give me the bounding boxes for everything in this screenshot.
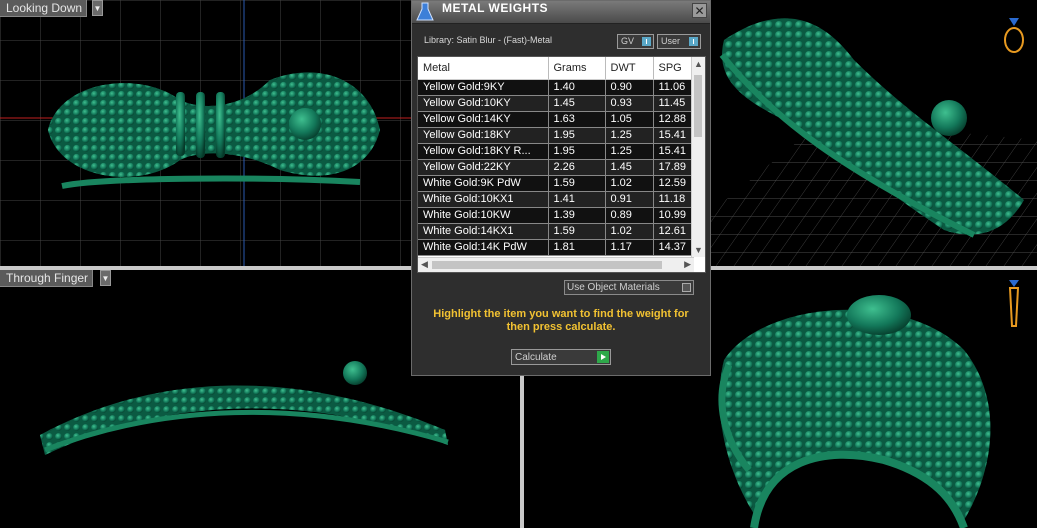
- table-row[interactable]: White Gold:10KW 1.39 0.89 10.99: [418, 207, 704, 224]
- user-toggle[interactable]: User: [657, 34, 701, 49]
- dialog-title: METAL WEIGHTS: [442, 1, 549, 15]
- metal-weights-dialog: METAL WEIGHTS ✕ Library: Satin Blur - (F…: [411, 0, 711, 376]
- cell-dwt: 1.17: [605, 239, 654, 256]
- cell-dwt: 1.25: [605, 127, 654, 144]
- cell-grams: 2.26: [548, 159, 606, 176]
- scroll-up-arrow-icon[interactable]: ▲: [694, 59, 703, 69]
- column-header-dwt[interactable]: DWT: [605, 57, 654, 80]
- cell-dwt: 0.91: [605, 191, 654, 208]
- use-object-materials-checkbox[interactable]: Use Object Materials: [564, 280, 694, 295]
- table-row[interactable]: Yellow Gold:10KY 1.45 0.93 11.45: [418, 95, 704, 112]
- table-row[interactable]: Yellow Gold:9KY 1.40 0.90 11.06: [418, 79, 704, 96]
- table-row[interactable]: White Gold:14KX1 1.59 1.02 12.61: [418, 223, 704, 240]
- toggle-knob-icon: [642, 37, 651, 46]
- cell-metal: White Gold:10KX1: [418, 191, 549, 208]
- table-row[interactable]: Yellow Gold:18KY 1.95 1.25 15.41: [418, 127, 704, 144]
- viewport-menu-dropdown-icon[interactable]: ▼: [92, 0, 103, 16]
- cell-metal: Yellow Gold:9KY: [418, 79, 549, 96]
- cell-grams: 1.39: [548, 207, 606, 224]
- calculate-label: Calculate: [515, 352, 557, 363]
- toggle-knob-icon: [689, 37, 698, 46]
- cell-metal: Yellow Gold:18KY: [418, 127, 549, 144]
- cell-dwt: 0.93: [605, 95, 654, 112]
- table-row[interactable]: White Gold:9K PdW 1.59 1.02 12.59: [418, 175, 704, 192]
- table-header-row: Metal Grams DWT SPG: [418, 57, 704, 80]
- table-row[interactable]: Yellow Gold:22KY 2.26 1.45 17.89: [418, 159, 704, 176]
- cell-dwt: 1.25: [605, 143, 654, 160]
- cell-metal: White Gold:14KX1: [418, 223, 549, 240]
- viewport-menu-dropdown-icon[interactable]: ▼: [100, 270, 111, 286]
- table-row[interactable]: White Gold:10KX1 1.41 0.91 11.18: [418, 191, 704, 208]
- use-object-materials-label: Use Object Materials: [567, 282, 660, 293]
- horizontal-scroll-thumb[interactable]: [432, 261, 662, 269]
- calculate-button[interactable]: Calculate: [511, 349, 611, 365]
- scroll-down-arrow-icon[interactable]: ▼: [694, 245, 703, 255]
- viewport-label-through-finger[interactable]: Through Finger: [0, 270, 94, 287]
- cell-grams: 1.63: [548, 111, 606, 128]
- cell-grams: 1.95: [548, 143, 606, 160]
- instruction-text: Highlight the item you want to find the …: [433, 308, 689, 333]
- cell-grams: 1.41: [548, 191, 606, 208]
- table-horizontal-scrollbar[interactable]: ◀ ▶: [418, 257, 694, 272]
- metal-weights-table[interactable]: Metal Grams DWT SPG Yellow Gold:9KY 1.40 0…: [417, 56, 706, 273]
- column-header-metal[interactable]: Metal: [418, 57, 549, 80]
- cell-metal: White Gold:10KW: [418, 207, 549, 224]
- gv-toggle[interactable]: GV: [617, 34, 654, 49]
- viewport-label-looking-down[interactable]: Looking Down: [0, 0, 88, 17]
- cell-grams: 1.59: [548, 223, 606, 240]
- cell-metal: White Gold:14K PdW: [418, 239, 549, 256]
- cell-dwt: 1.02: [605, 175, 654, 192]
- cell-metal: Yellow Gold:22KY: [418, 159, 549, 176]
- dialog-titlebar[interactable]: METAL WEIGHTS ✕: [412, 1, 710, 24]
- close-button[interactable]: ✕: [692, 3, 707, 18]
- metal-weights-flask-icon: [414, 1, 436, 23]
- cell-grams: 1.40: [548, 79, 606, 96]
- column-header-grams[interactable]: Grams: [548, 57, 606, 80]
- user-toggle-label: User: [661, 36, 681, 46]
- cell-metal: White Gold:9K PdW: [418, 175, 549, 192]
- cell-metal: Yellow Gold:14KY: [418, 111, 549, 128]
- checkbox-icon[interactable]: [682, 283, 691, 292]
- table-row[interactable]: Yellow Gold:18KY R... 1.95 1.25 15.41: [418, 143, 704, 160]
- cell-dwt: 0.90: [605, 79, 654, 96]
- library-label: Library: Satin Blur - (Fast)-Metal: [424, 35, 553, 45]
- cell-grams: 1.95: [548, 127, 606, 144]
- gv-toggle-label: GV: [621, 36, 635, 46]
- scroll-right-arrow-icon[interactable]: ▶: [684, 259, 691, 270]
- scroll-left-arrow-icon[interactable]: ◀: [421, 259, 428, 270]
- cell-metal: Yellow Gold:10KY: [418, 95, 549, 112]
- cell-dwt: 1.02: [605, 223, 654, 240]
- ring-orientation-icon[interactable]: [1003, 12, 1025, 54]
- cell-dwt: 0.89: [605, 207, 654, 224]
- play-icon: [597, 351, 609, 363]
- table-row[interactable]: White Gold:14K PdW 1.81 1.17 14.37: [418, 239, 704, 256]
- cell-grams: 1.59: [548, 175, 606, 192]
- vertical-scroll-thumb[interactable]: [694, 75, 702, 137]
- cell-dwt: 1.05: [605, 111, 654, 128]
- cell-grams: 1.81: [548, 239, 606, 256]
- cell-grams: 1.45: [548, 95, 606, 112]
- table-row[interactable]: Yellow Gold:14KY 1.63 1.05 12.88: [418, 111, 704, 128]
- ring-side-view-icon[interactable]: [1005, 278, 1023, 330]
- cell-metal: Yellow Gold:18KY R...: [418, 143, 549, 160]
- cell-dwt: 1.45: [605, 159, 654, 176]
- table-vertical-scrollbar[interactable]: ▲ ▼: [691, 57, 705, 257]
